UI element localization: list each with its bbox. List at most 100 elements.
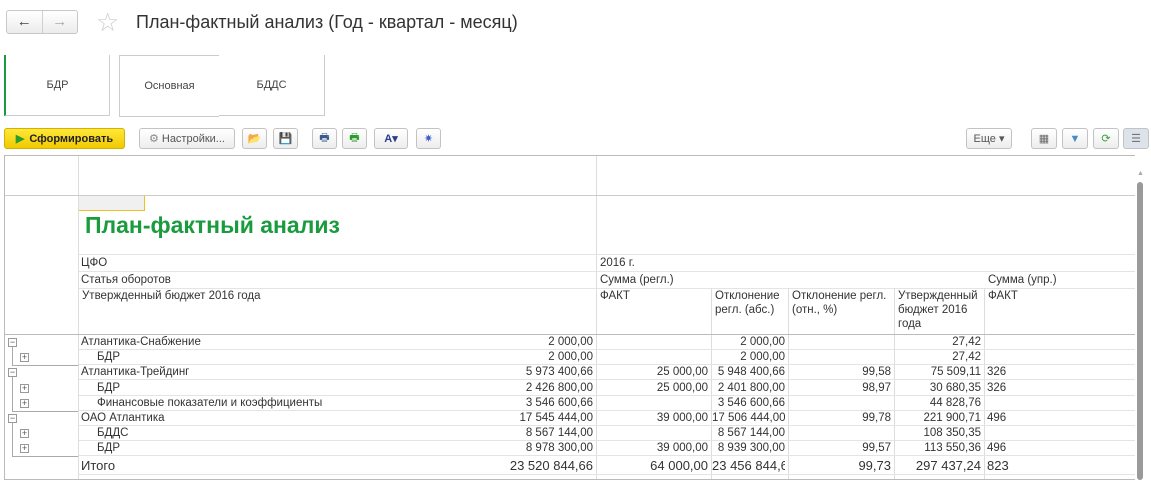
row-divider [79,254,1135,255]
settings-button[interactable]: ⚙ Настройки... [139,128,235,149]
font-dropdown-icon[interactable]: A▾ [374,128,408,149]
value-cell: 75 509,11 [930,366,981,379]
refresh-settings-icon[interactable]: ⟳ [1093,128,1119,149]
value-cell: 3 546 600,66 [525,396,593,409]
value-cell: 2 401 800,00 [717,381,785,394]
table-view-icon[interactable]: ▦ [1031,128,1057,149]
value-cell: 326 [987,366,1007,379]
article-label: Статья оборотов [81,274,171,286]
tree-line [12,365,78,367]
tab-main[interactable]: Основная [119,55,219,117]
value-cell: 99,57 [862,442,891,455]
gear-icon: ⚙ [149,133,159,145]
group-upr-label: Сумма (упр.) [988,274,1057,286]
value-cell: 99,73 [858,457,891,473]
value-cell: 2 000,00 [548,351,593,364]
expand-plus-icon[interactable]: + [20,444,29,454]
group-regl-label: Сумма (регл.) [600,274,674,286]
column-header: ФАКТ [988,290,1018,302]
value-cell: 5 973 400,66 [525,366,593,379]
value-cell: 2 000,00 [548,336,593,348]
report-title: План-фактный анализ [85,212,340,238]
print-icon[interactable]: 🖶 [312,128,337,149]
value-cell: 44 828,76 [929,396,981,409]
row-divider [79,473,1135,475]
value-cell: 8 567 144,00 [525,427,593,440]
generate-label: Сформировать [29,132,114,145]
value-cell: 221 900,71 [923,412,981,424]
value-cell: 98,97 [862,381,891,394]
value-cell: 496 [987,412,1007,424]
value-cell: 326 [987,381,1007,394]
value-cell: 30 680,35 [929,381,981,394]
value-cell: 2 000,00 [740,351,785,364]
save-settings-icon[interactable]: 💾 [273,128,298,149]
expand-plus-icon[interactable]: + [20,429,29,439]
row-divider [5,195,1135,196]
generate-button[interactable]: ▶ Сформировать [4,128,125,149]
value-cell: 99,58 [862,366,891,379]
value-cell: 113 550,36 [924,442,981,455]
value-cell: 5 948 400,66 [717,366,785,379]
vertical-scrollbar[interactable]: ▲ [1135,170,1145,480]
tree-line [12,456,78,458]
expand-plus-icon[interactable]: + [20,383,29,393]
back-button[interactable]: ← [7,11,42,33]
value-cell: 8 939 300,00 [717,442,785,455]
filter-icon[interactable]: ▼ [1062,128,1088,149]
column-header: ФАКТ [600,290,630,302]
report-settings-panel-icon[interactable]: ☰ [1123,128,1149,149]
column-header: Отклонение регл. (абс.) [715,290,780,316]
value-cell: 8 567 144,00 [717,427,785,440]
tree-line [12,377,13,411]
value-cell: 23 520 844,66 [509,457,593,473]
value-cell: 99,78 [862,412,891,424]
collapse-minus-icon[interactable]: − [8,338,17,347]
print-preview-icon[interactable]: 🖶 [342,128,367,149]
value-cell: 496 [987,442,1007,455]
value-cell: 27,42 [952,336,981,348]
tab-bdr[interactable]: БДР [4,55,110,116]
tab-label: Основная [144,80,195,92]
selected-cell[interactable] [79,196,145,211]
window-title: План-фактный анализ (Год - квартал - мес… [136,12,518,32]
tab-label: БДДС [256,79,287,91]
value-cell: 39 000,00 [656,442,708,455]
tree-line [12,347,13,366]
value-cell: 823 [987,457,1009,473]
value-cell: 17 545 444,00 [519,412,593,424]
more-button[interactable]: Еще ▾ [966,128,1012,149]
cfo-label: ЦФО [81,257,108,269]
column-header: Отклонение регл. (отн., %) [792,290,887,316]
value-cell: 2 426 800,00 [525,381,593,394]
collapse-minus-icon[interactable]: − [8,414,17,423]
scroll-up-icon[interactable]: ▲ [1137,170,1144,177]
value-cell: 297 437,24 [915,457,981,473]
scrollbar-thumb[interactable] [1137,182,1143,480]
tree-line [12,423,13,457]
value-cell: 8 978 300,00 [525,442,593,455]
report-spreadsheet[interactable]: План-фактный анализ ЦФО Статья оборотов … [4,155,1135,480]
settings-label: Настройки... [161,132,225,145]
period-label: 2016 г. [600,257,635,269]
column-divider [984,288,985,479]
value-cell: 17 506 444,00 [712,412,785,424]
forward-button[interactable]: → [41,11,78,33]
tab-label: БДР [46,79,69,91]
value-cell: 25 000,00 [656,381,708,394]
tab-bdds[interactable]: БДДС [219,55,325,116]
navigation-buttons: ← → [6,10,78,34]
value-cell: 23 456 844,66 [712,457,785,473]
collapse-minus-icon[interactable]: − [8,368,17,378]
expand-plus-icon[interactable]: + [20,398,29,408]
value-cell: 25 000,00 [656,366,708,379]
value-cell: 3 546 600,66 [717,396,785,409]
value-cell: 39 000,00 [656,412,708,424]
expand-plus-icon[interactable]: + [20,353,29,363]
load-settings-icon[interactable]: 📂 [242,128,267,149]
value-cell: 2 000,00 [740,336,785,348]
tree-line [12,410,78,412]
column-header: Утвержденный бюджет 2016 года [82,290,261,302]
hint-lightbulb-icon[interactable]: ✷ [416,128,441,149]
favorite-star-icon[interactable]: ☆ [96,7,119,37]
